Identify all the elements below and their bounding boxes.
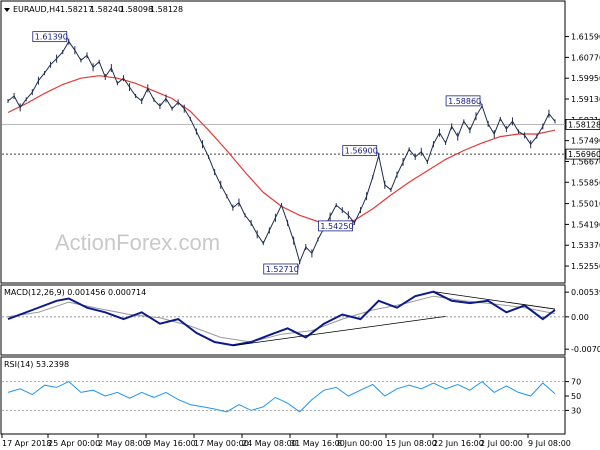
ohlc-close: 1.58128 xyxy=(150,5,183,14)
x-axis: 17 Apr 201825 Apr 00:002 May 08:009 May … xyxy=(1,434,571,448)
y-tick-label: 1.59950 xyxy=(571,74,600,83)
price-line xyxy=(7,40,556,264)
price-annotation-label: 1.52710 xyxy=(266,265,299,274)
rsi-y-tick-label: 70 xyxy=(571,378,581,387)
main-header: EURAUD,H4 1.58217 1.58240 1.58098 1.5812… xyxy=(4,5,183,14)
rsi-y-axis: 70 50 30 xyxy=(2,378,581,415)
y-tick-label: 1.53370 xyxy=(571,241,600,250)
rsi-layer xyxy=(7,380,556,413)
y-tick-label: 1.59130 xyxy=(571,95,600,104)
macd-title: MACD(12,26,9) 0.001456 0.000714 xyxy=(4,288,146,297)
rsi-y-tick-label: 30 xyxy=(571,406,581,415)
macd-y-tick-label: -0.007064 xyxy=(571,345,600,354)
rsi-y-tick-label: 50 xyxy=(571,392,581,401)
price-annotation-label: 1.58860 xyxy=(448,97,481,106)
dropdown-triangle-icon xyxy=(4,8,10,12)
ohlc-high: 1.58240 xyxy=(90,5,123,14)
support-level-label: 1.56960 xyxy=(568,150,600,159)
symbol-title: EURAUD,H4 xyxy=(13,5,60,14)
x-tick-label: 25 Apr 00:00 xyxy=(48,439,100,448)
x-tick-label: 9 May 16:00 xyxy=(146,439,196,448)
price-annotation-label: 1.54250 xyxy=(320,222,353,231)
macd-layer xyxy=(7,290,556,347)
rsi-panel-frame xyxy=(0,356,566,435)
x-tick-label: 17 Apr 2018 xyxy=(2,439,51,448)
x-tick-label: 17 May 00:00 xyxy=(194,439,249,448)
watermark: ActionForex.com xyxy=(55,230,220,255)
x-tick-label: 2 May 08:00 xyxy=(98,439,148,448)
y-tick-label: 1.61590 xyxy=(571,33,600,42)
x-tick-label: 9 Jul 08:00 xyxy=(528,439,571,448)
macd-y-axis: 0.005398 0.00 -0.007064 xyxy=(2,288,600,354)
x-tick-label: 8 Jun 00:00 xyxy=(337,439,383,448)
x-tick-label: 22 Jun 16:00 xyxy=(433,439,484,448)
rsi-line xyxy=(7,380,556,413)
x-tick-label: 2 Jul 00:00 xyxy=(480,439,523,448)
forex-chart: ActionForex.com EURAUD,H4 1.58217 1.5824… xyxy=(0,0,600,448)
watermark-text: ActionForex.com xyxy=(55,230,220,255)
price-annotation-label: 1.56900 xyxy=(345,147,378,156)
price-annotation-label: 1.61390 xyxy=(35,33,68,42)
y-tick-label: 1.52550 xyxy=(571,262,600,271)
rsi-title: RSI(14) 53.2398 xyxy=(4,360,69,369)
main-horizontal-lines: 1.56960 1.58128 xyxy=(2,119,600,160)
y-tick-label: 1.60770 xyxy=(571,53,600,62)
macd-line xyxy=(7,290,556,347)
ohlc-low: 1.58098 xyxy=(120,5,153,14)
y-tick-label: 1.54190 xyxy=(571,220,600,229)
y-tick-label: 1.55850 xyxy=(571,178,600,187)
y-tick-label: 1.55010 xyxy=(571,200,600,209)
x-tick-label: 15 Jun 08:00 xyxy=(386,439,437,448)
ohlc-open: 1.58217 xyxy=(60,5,93,14)
y-tick-label: 1.57490 xyxy=(571,137,600,146)
macd-y-tick-label: 0.00 xyxy=(571,313,589,322)
x-tick-label: 24 May 08:00 xyxy=(242,439,297,448)
macd-y-tick-label: 0.005398 xyxy=(571,288,600,297)
current-price-label: 1.58128 xyxy=(568,120,600,129)
